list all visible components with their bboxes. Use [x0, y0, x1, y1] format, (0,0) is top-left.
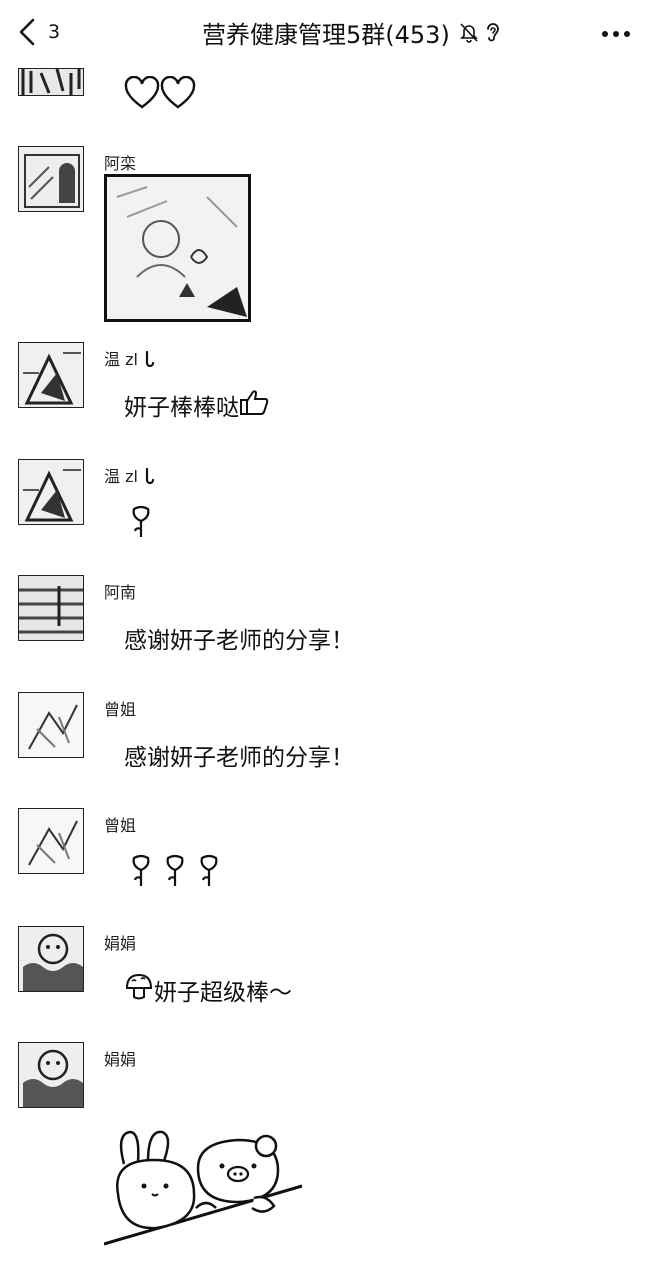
sender-name: 温 zl — [104, 463, 157, 487]
avatar[interactable] — [18, 146, 84, 212]
chat-message: 曾姐 — [18, 808, 638, 908]
chat-message: 曾姐 感谢妍子老师的分享！ — [18, 692, 638, 792]
message-emoji-row — [130, 854, 220, 892]
sender-name: 阿栾 — [104, 154, 137, 173]
chat-message: 温 zl 妍子棒棒哒 — [18, 342, 638, 442]
rose-icon — [198, 854, 220, 892]
mushroom-icon — [124, 972, 154, 1008]
sender-name: 阿南 — [104, 583, 137, 602]
more-dots-icon — [601, 23, 631, 42]
page-title: 营养健康管理5群(453) — [202, 20, 450, 49]
message-text: 妍子超级棒～ — [124, 972, 292, 1008]
ear-icon — [484, 21, 502, 43]
message-text: 妍子棒棒哒 — [124, 388, 269, 422]
avatar[interactable] — [18, 926, 84, 992]
rose-icon — [130, 505, 152, 543]
chat-message: 阿南 感谢妍子老师的分享！ — [18, 575, 638, 675]
rose-icon — [164, 854, 186, 892]
message-emoji-row — [124, 75, 196, 114]
avatar[interactable] — [18, 808, 84, 874]
chat-title-area[interactable]: 营养健康管理5群(453) — [202, 14, 502, 50]
thumbs-up-icon — [239, 388, 269, 422]
heart-outline-icon — [124, 75, 160, 114]
bell-muted-icon — [458, 21, 480, 43]
sender-name: 娟娟 — [104, 1050, 137, 1069]
sender-badge-icon — [143, 350, 157, 369]
chat-message: 娟娟 妍子超级棒～ — [18, 926, 638, 1026]
sender-name: 娟娟 — [104, 934, 137, 953]
chat-message: 娟娟 — [18, 1042, 638, 1272]
more-button[interactable] — [601, 24, 631, 40]
avatar[interactable] — [18, 68, 84, 96]
bunny-bear-sticker[interactable] — [103, 1124, 304, 1252]
chat-message — [18, 48, 638, 118]
sender-name: 曾姐 — [104, 700, 137, 719]
sender-badge-icon — [143, 467, 157, 486]
rose-icon — [130, 854, 152, 892]
message-image[interactable] — [104, 174, 251, 322]
sender-name: 曾姐 — [104, 816, 137, 835]
message-text: 感谢妍子老师的分享！ — [124, 628, 354, 654]
avatar[interactable] — [18, 1042, 84, 1108]
avatar[interactable] — [18, 342, 84, 408]
chat-message: 温 zl — [18, 459, 638, 559]
chat-message: 阿栾 — [18, 146, 638, 326]
avatar[interactable] — [18, 459, 84, 525]
heart-outline-icon — [160, 75, 196, 114]
message-emoji-row — [130, 505, 152, 543]
avatar[interactable] — [18, 692, 84, 758]
back-button[interactable]: 3 — [18, 14, 60, 50]
avatar[interactable] — [18, 575, 84, 641]
sender-name: 温 zl — [104, 346, 157, 370]
message-text: 感谢妍子老师的分享！ — [124, 745, 354, 771]
unread-count: 3 — [48, 21, 61, 43]
chevron-left-icon — [18, 17, 36, 47]
